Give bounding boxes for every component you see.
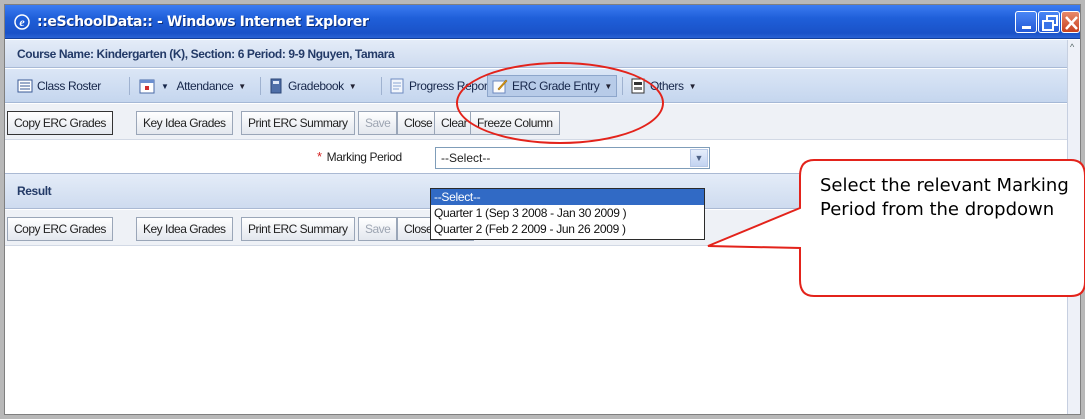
callout-text: Select the relevant Marking Period from … — [820, 175, 1069, 220]
